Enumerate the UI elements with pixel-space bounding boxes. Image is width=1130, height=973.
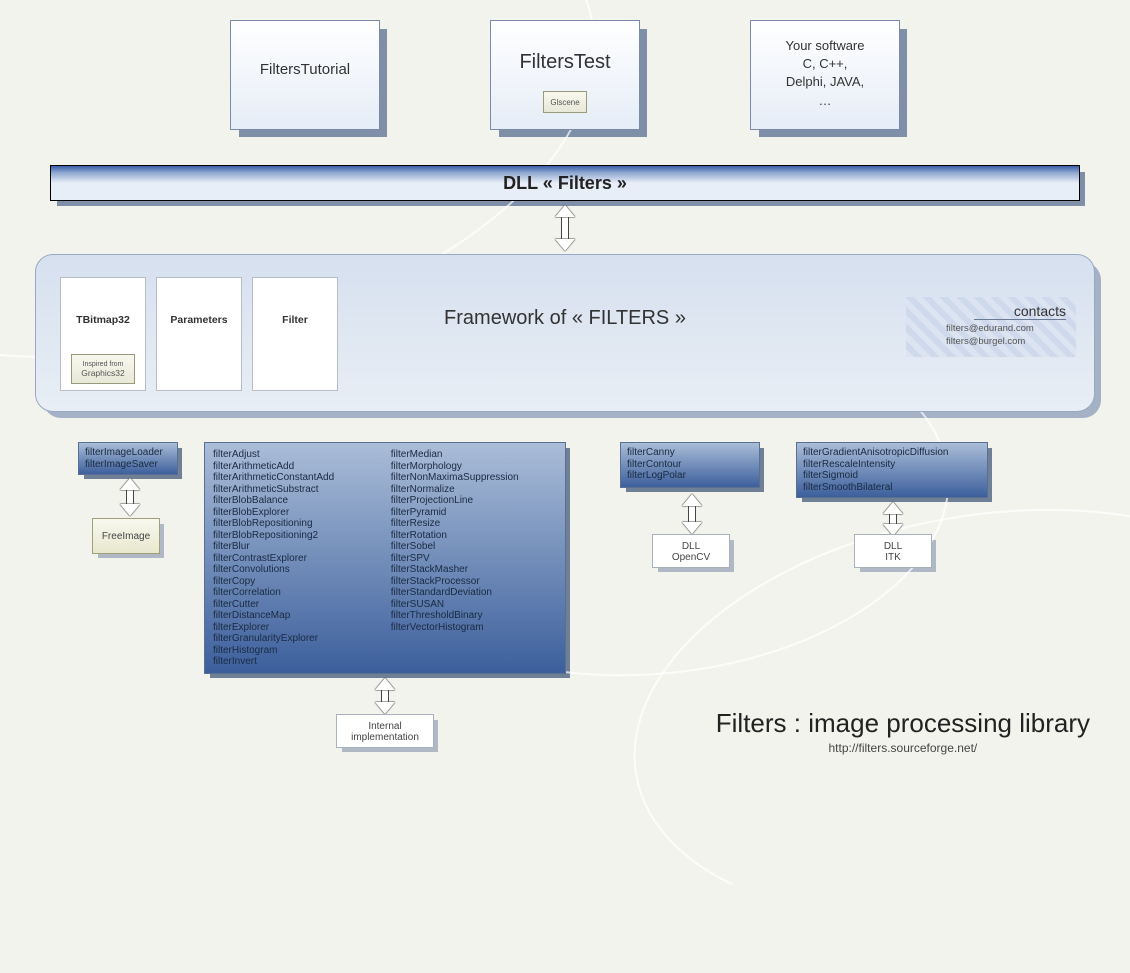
filter-item: filterMorphology [391, 461, 556, 473]
filter-item: filterArithmeticAdd [213, 461, 388, 473]
box-filter-list: filterAdjustfilterArithmeticAddfilterAri… [204, 442, 566, 674]
contacts-email-2: filters@burgel.com [946, 336, 1066, 347]
filter-item: filterPyramid [391, 507, 556, 519]
filter-item: filterCorrelation [213, 587, 388, 599]
filter-item: filterSobel [391, 541, 556, 553]
contacts-heading: contacts [974, 303, 1066, 320]
line3: Delphi, JAVA, [751, 73, 899, 91]
filter-item: filterConvolutions [213, 564, 388, 576]
arrow-loader-freeimage [116, 478, 144, 516]
card-parameters: Parameters [156, 277, 242, 391]
page-title: Filters : image processing library [716, 708, 1090, 739]
contacts-email-1: filters@edurand.com [946, 323, 1066, 334]
filter-item: filterStackProcessor [391, 576, 556, 588]
filter-item: filterCutter [213, 599, 388, 611]
filter-item: filterSPV [391, 553, 556, 565]
filter-item: filterBlobExplorer [213, 507, 388, 519]
filter-item: filterHistogram [213, 645, 388, 657]
arrow-filters-internal [371, 678, 399, 714]
filter-item: filterBlobBalance [213, 495, 388, 507]
filter-item: filterGranularityExplorer [213, 633, 388, 645]
card-filter: Filter [252, 277, 338, 391]
filter-item: filterThresholdBinary [391, 610, 556, 622]
box-internal-impl: Internal implementation [336, 714, 434, 748]
contacts-card: contacts filters@edurand.com filters@bur… [906, 297, 1076, 357]
card-tbitmap32: TBitmap32 Inspired from Graphics32 [60, 277, 146, 391]
filter-item: filterCopy [213, 576, 388, 588]
filter-item: filterBlur [213, 541, 388, 553]
box-gradient: filterGradientAnisotropicDiffusion filte… [796, 442, 988, 498]
filter-item: filterStackMasher [391, 564, 556, 576]
filter-item: filterRotation [391, 530, 556, 542]
box-filters-test: FiltersTest Glscene [490, 20, 640, 130]
filter-item: filterNonMaximaSuppression [391, 472, 556, 484]
filter-item: filterSUSAN [391, 599, 556, 611]
line2: C, C++, [751, 55, 899, 73]
filter-item: filterArithmeticSubstract [213, 484, 388, 496]
filter-item: filterStandardDeviation [391, 587, 556, 599]
filter-item: filterDistanceMap [213, 610, 388, 622]
filter-item: filterResize [391, 518, 556, 530]
box-canny: filterCanny filterContour filterLogPolar [620, 442, 760, 488]
box-freeimage: FreeImage [92, 518, 160, 554]
arrow-canny-opencv [678, 494, 706, 534]
dll-filters-bar: DLL « Filters » [50, 165, 1080, 201]
label: FiltersTest [491, 51, 639, 74]
line4: … [751, 92, 899, 110]
dll-bar-label: DLL « Filters » [51, 166, 1079, 200]
page-url: http://filters.sourceforge.net/ [716, 741, 1090, 755]
box-your-software: Your software C, C++, Delphi, JAVA, … [750, 20, 900, 130]
filter-item: filterAdjust [213, 449, 388, 461]
filter-item: filterInvert [213, 656, 388, 668]
filter-item: filterProjectionLine [391, 495, 556, 507]
box-dll-opencv: DLL OpenCV [652, 534, 730, 568]
filter-item: filterArithmeticConstantAdd [213, 472, 388, 484]
filter-item: filterContrastExplorer [213, 553, 388, 565]
chip-graphics32: Inspired from Graphics32 [71, 354, 135, 384]
chip-glscene: Glscene [543, 91, 587, 113]
box-dll-itk: DLL ITK [854, 534, 932, 568]
filter-item: filterBlobRepositioning2 [213, 530, 388, 542]
filter-item: filterVectorHistogram [391, 622, 556, 634]
page-title-block: Filters : image processing library http:… [716, 708, 1090, 755]
box-image-loader: filterImageLoader filterImageSaver [78, 442, 178, 475]
filter-item: filterMedian [391, 449, 556, 461]
label: FiltersTutorial [231, 61, 379, 78]
filter-item: filterNormalize [391, 484, 556, 496]
filter-item: filterExplorer [213, 622, 388, 634]
arrow-gradient-itk [879, 502, 907, 536]
filter-item: filterBlobRepositioning [213, 518, 388, 530]
line1: Your software [751, 37, 899, 55]
box-filters-tutorial: FiltersTutorial [230, 20, 380, 130]
framework-panel: TBitmap32 Inspired from Graphics32 Param… [35, 254, 1095, 412]
arrow-dll-framework [551, 205, 579, 251]
